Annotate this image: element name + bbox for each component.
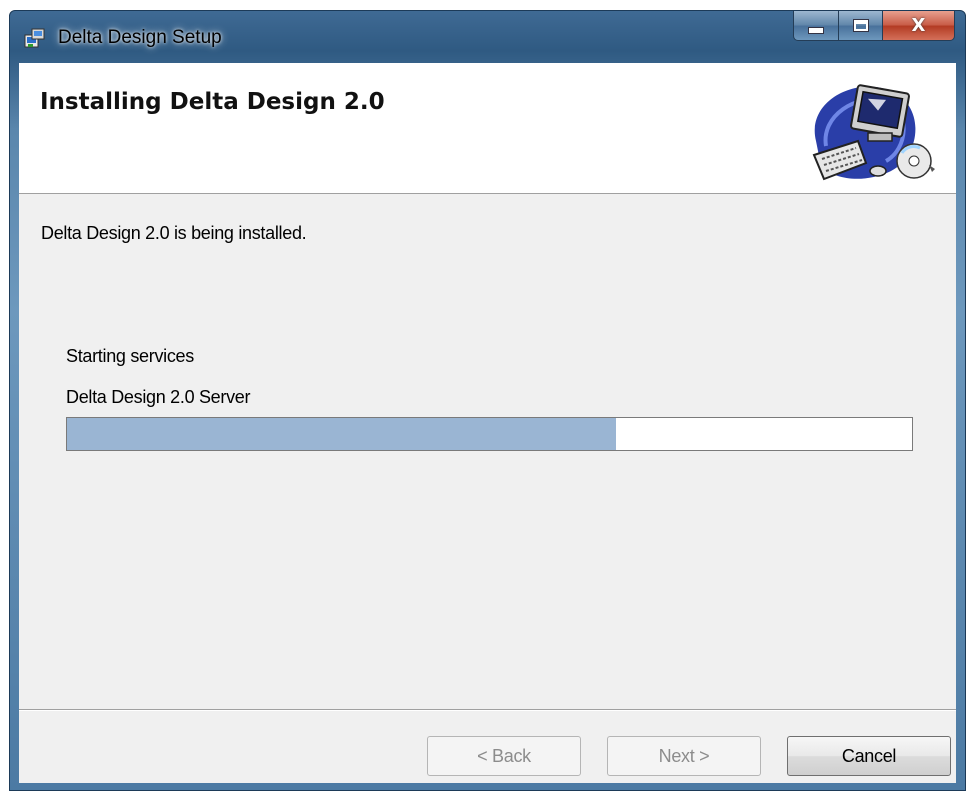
maximize-button[interactable]: [839, 11, 883, 41]
title-bar[interactable]: Delta Design Setup X: [10, 11, 965, 61]
progress-fill: [67, 418, 617, 450]
cancel-button[interactable]: Cancel: [787, 736, 951, 776]
maximize-icon: [852, 19, 869, 32]
install-progress-bar: [66, 417, 913, 451]
dialog-client-area: Installing Delta Design 2.0 Delta Design…: [19, 63, 956, 783]
header-banner: Installing Delta Design 2.0: [19, 63, 956, 194]
back-button[interactable]: < Back: [427, 736, 581, 776]
window-title: Delta Design Setup: [58, 27, 222, 48]
minimize-button[interactable]: [793, 11, 839, 41]
status-text: Delta Design 2.0 is being installed.: [41, 223, 307, 243]
close-button[interactable]: X: [883, 11, 955, 41]
current-action-label: Starting services: [66, 346, 194, 366]
next-button[interactable]: Next >: [607, 736, 761, 776]
computer-with-cd-icon: [812, 84, 935, 181]
footer-separator: [19, 709, 956, 711]
minimize-icon: [808, 27, 824, 34]
caption-buttons: X: [793, 11, 955, 41]
current-item-label: Delta Design 2.0 Server: [66, 387, 251, 407]
installer-icon: [24, 28, 45, 48]
window-frame: Delta Design Setup X Installing Delta De…: [9, 10, 966, 791]
close-icon: X: [911, 15, 926, 36]
page-title: Installing Delta Design 2.0: [40, 89, 385, 115]
